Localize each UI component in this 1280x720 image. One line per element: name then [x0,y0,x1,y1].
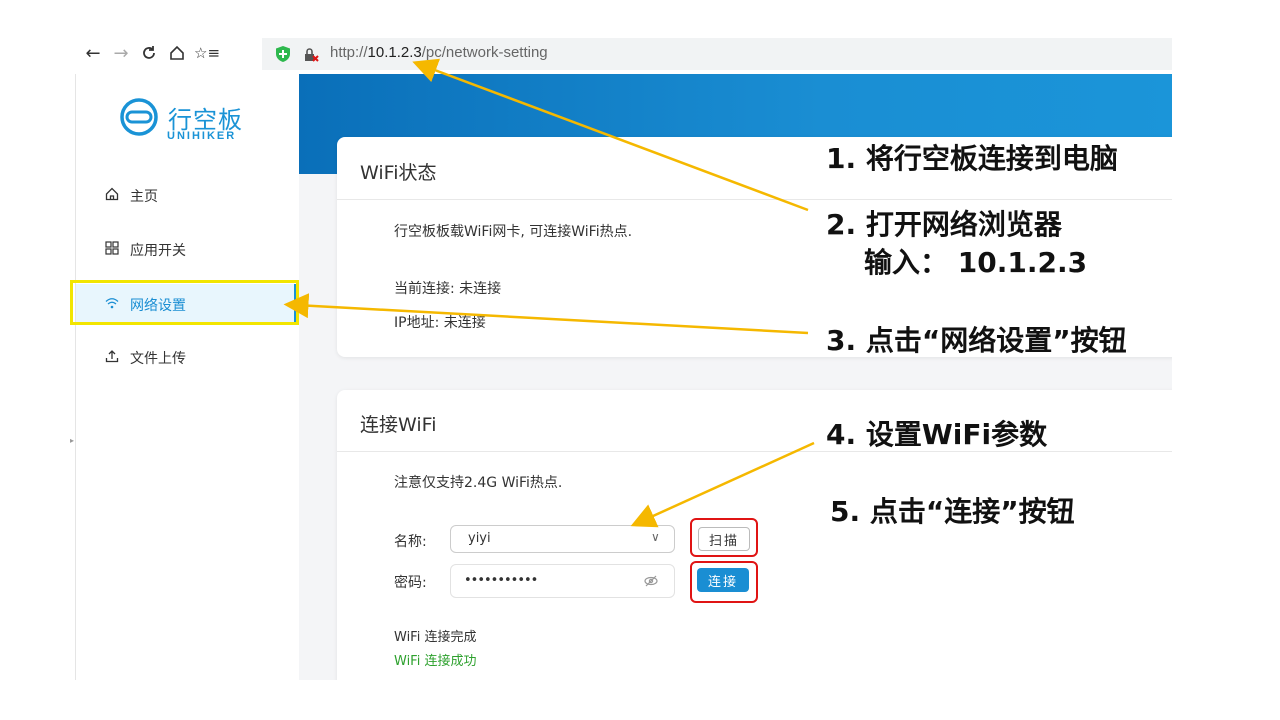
wifi-status-title: WiFi状态 [360,162,437,184]
annotation-step1: 1. 将行空板连接到电脑 [826,142,1118,175]
home-page-icon[interactable] [166,42,188,64]
home-icon [104,187,120,205]
ssid-select[interactable]: yiyi ∨ [450,525,675,553]
wifi-note: 注意仅支持2.4G WiFi热点. [394,475,563,491]
divider [337,199,1172,200]
grid-icon [104,241,120,259]
insecure-lock-icon[interactable] [302,46,320,68]
url-scheme: http:// [330,44,368,61]
name-label: 名称: [394,534,427,550]
current-connection-text: 当前连接: 未连接 [394,281,502,297]
bottom-margin [0,680,1280,720]
status-success: WiFi 连接成功 [394,654,477,669]
sidebar [75,74,299,680]
forward-icon[interactable]: → [110,42,132,64]
right-margin [1172,74,1280,720]
annotation-step4: 4. 设置WiFi参数 [826,418,1048,451]
collapse-arrow-icon[interactable]: ▸ [70,436,74,445]
url-text[interactable]: http://10.1.2.3/pc/network-setting [330,44,548,61]
password-label: 密码: [394,575,427,591]
annotation-step2-url: 输入： 10.1.2.3 [864,246,1088,279]
status-complete: WiFi 连接完成 [394,630,477,645]
sidebar-item-label: 应用开关 [130,243,186,259]
annotation-step2: 2. 打开网络浏览器 [826,208,1062,241]
annotation-step3: 3. 点击“网络设置”按钮 [826,324,1127,357]
connect-wifi-title: 连接WiFi [360,414,437,436]
chevron-down-icon: ∨ [651,530,660,544]
ip-address-text: IP地址: 未连接 [394,315,486,331]
annotation-step5: 5. 点击“连接”按钮 [830,495,1075,528]
scan-button-highlight [690,518,758,557]
eye-off-icon[interactable] [643,573,659,593]
network-item-highlight [70,280,299,325]
sidebar-item-label: 文件上传 [130,351,186,367]
sidebar-item-label: 主页 [130,189,158,205]
connect-button-highlight [690,561,758,603]
logo-subtitle: UNIHIKER [167,130,237,142]
reload-icon[interactable] [138,42,160,64]
upload-icon [104,349,120,367]
unihiker-logo-icon [118,96,160,142]
password-input[interactable]: ••••••••••• [450,564,675,598]
url-host: 10.1.2.3 [367,44,422,61]
bookmarks-icon[interactable]: ☆≡ [194,42,220,64]
back-icon[interactable]: ← [82,42,104,64]
wifi-status-description: 行空板板载WiFi网卡, 可连接WiFi热点. [394,224,633,240]
sidebar-item-apps[interactable]: 应用开关 [104,240,186,260]
url-path: /pc/network-setting [421,44,548,61]
ssid-value: yiyi [468,531,491,546]
password-value: ••••••••••• [464,573,538,588]
sidebar-item-home[interactable]: 主页 [104,186,158,206]
shield-icon[interactable] [274,45,292,67]
sidebar-item-upload[interactable]: 文件上传 [104,348,186,368]
